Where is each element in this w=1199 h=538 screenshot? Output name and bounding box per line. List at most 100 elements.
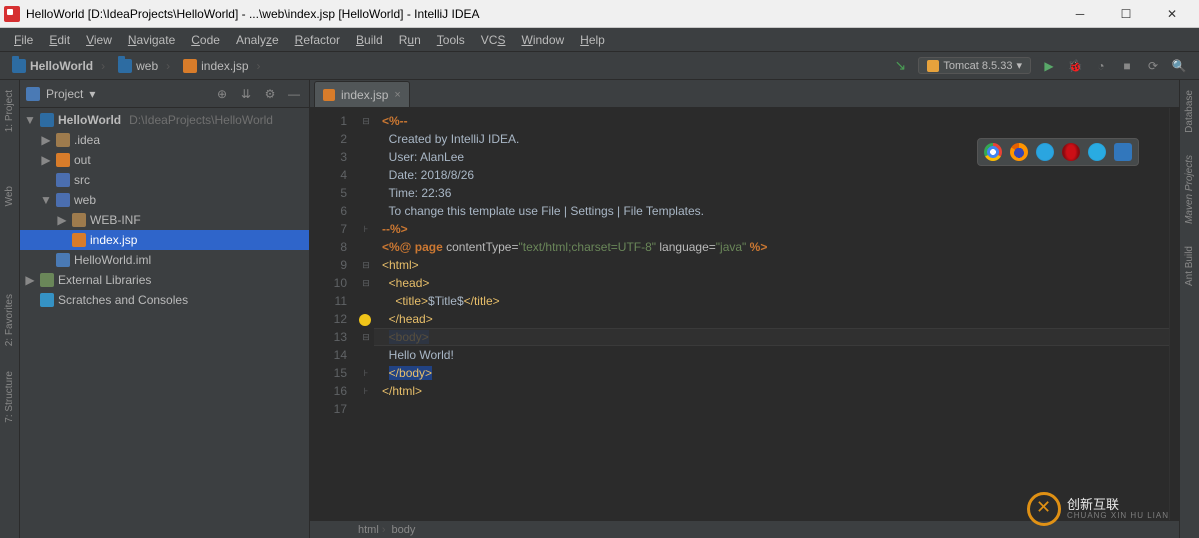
expand-icon[interactable]: ▼: [40, 193, 52, 207]
project-panel-title[interactable]: Project: [46, 87, 83, 101]
crumb-html[interactable]: html: [358, 524, 386, 536]
module-icon: [40, 113, 54, 127]
safari-icon[interactable]: [1036, 143, 1054, 161]
code-editor[interactable]: 12345678 91011121314151617 ⊟⊦ ⊟⊟ ⊟⊦⊦ <%-…: [310, 108, 1179, 520]
run-configuration-selector[interactable]: Tomcat 8.5.33 ▾: [918, 57, 1031, 74]
main-menu: File Edit View Navigate Code Analyze Ref…: [0, 28, 1199, 52]
crumb-project[interactable]: HelloWorld: [6, 59, 112, 73]
source-folder-icon: [56, 173, 70, 187]
menu-file[interactable]: File: [6, 28, 41, 51]
scratches-icon: [40, 293, 54, 307]
window-minimize-button[interactable]: ─: [1057, 0, 1103, 28]
update-project-button[interactable]: ⟳: [1145, 58, 1161, 74]
rail-icon: [3, 152, 17, 166]
rail-ant[interactable]: Ant Build: [1184, 242, 1195, 290]
rail-project[interactable]: 1: Project: [4, 86, 15, 136]
fold-gutter[interactable]: ⊟⊦ ⊟⊟ ⊟⊦⊦: [358, 108, 374, 520]
menu-build[interactable]: Build: [348, 28, 391, 51]
debug-button[interactable]: 🐞: [1067, 58, 1083, 74]
chrome-icon[interactable]: [984, 143, 1002, 161]
search-everywhere-button[interactable]: 🔍: [1171, 58, 1187, 74]
folder-icon: [118, 59, 132, 73]
menu-run[interactable]: Run: [391, 28, 429, 51]
project-tool-window: Project ▾ ⊕ ⇊ ⚙ — ▼ HelloWorld D:\IdeaPr…: [20, 80, 310, 538]
crumb-web[interactable]: web: [112, 59, 177, 73]
menu-refactor[interactable]: Refactor: [287, 28, 348, 51]
window-title: HelloWorld [D:\IdeaProjects\HelloWorld] …: [26, 7, 1057, 21]
firefox-icon[interactable]: [1010, 143, 1028, 161]
expand-icon[interactable]: ▶: [40, 153, 52, 167]
tree-web[interactable]: ▼ web: [20, 190, 309, 210]
crumb-label: index.jsp: [201, 59, 248, 73]
rail-structure[interactable]: 7: Structure: [4, 367, 15, 427]
expand-icon[interactable]: ▶: [40, 133, 52, 147]
module-icon: [12, 59, 26, 73]
dropdown-icon: ▾: [1016, 59, 1022, 72]
tab-label: index.jsp: [341, 88, 388, 102]
menu-vcs[interactable]: VCS: [473, 28, 514, 51]
editor-tab-indexjsp[interactable]: index.jsp ×: [314, 81, 410, 107]
tab-close-icon[interactable]: ×: [394, 89, 400, 101]
menu-edit[interactable]: Edit: [41, 28, 78, 51]
library-icon: [40, 273, 54, 287]
crumb-body[interactable]: body: [392, 524, 416, 536]
hide-panel-icon[interactable]: —: [285, 85, 303, 103]
expand-icon[interactable]: ▶: [56, 213, 68, 227]
tree-idea[interactable]: ▶ .idea: [20, 130, 309, 150]
window-maximize-button[interactable]: ☐: [1103, 0, 1149, 28]
locate-icon[interactable]: ⊕: [213, 85, 231, 103]
window-close-button[interactable]: ✕: [1149, 0, 1195, 28]
navigation-bar: HelloWorld web index.jsp ↘ Tomcat 8.5.33…: [0, 52, 1199, 80]
jsp-file-icon: [72, 233, 86, 247]
crumb-label: web: [136, 59, 158, 73]
rail-maven[interactable]: Maven Projects: [1184, 151, 1195, 228]
rail-web[interactable]: Web: [4, 182, 15, 210]
crumb-file[interactable]: index.jsp: [177, 59, 267, 73]
editor-area: index.jsp × 12345678 91011121314151617 ⊟…: [310, 80, 1179, 538]
tree-label: Scratches and Consoles: [58, 293, 188, 307]
tree-label: web: [74, 193, 96, 207]
menu-help[interactable]: Help: [572, 28, 613, 51]
settings-gear-icon[interactable]: ⚙: [261, 85, 279, 103]
rail-database[interactable]: Database: [1184, 86, 1195, 137]
menu-window[interactable]: Window: [513, 28, 572, 51]
menu-view[interactable]: View: [78, 28, 120, 51]
expand-icon[interactable]: ▼: [24, 113, 36, 127]
expand-icon[interactable]: ▶: [24, 273, 36, 287]
menu-analyze[interactable]: Analyze: [228, 28, 287, 51]
tree-label: index.jsp: [90, 233, 137, 247]
blank-icon: [40, 253, 52, 267]
build-icon[interactable]: ↘: [892, 58, 908, 74]
tree-indexjsp[interactable]: index.jsp: [20, 230, 309, 250]
project-tree[interactable]: ▼ HelloWorld D:\IdeaProjects\HelloWorld …: [20, 108, 309, 312]
project-dropdown-icon[interactable]: ▾: [89, 87, 95, 101]
coverage-button[interactable]: ◔: [1093, 58, 1109, 74]
folder-icon: [72, 213, 86, 227]
tree-label: src: [74, 173, 90, 187]
editor-breadcrumb[interactable]: html body: [310, 520, 1179, 538]
stop-button[interactable]: ■: [1119, 58, 1135, 74]
tree-scratches[interactable]: Scratches and Consoles: [20, 290, 309, 310]
tree-root[interactable]: ▼ HelloWorld D:\IdeaProjects\HelloWorld: [20, 110, 309, 130]
blank-icon: [24, 293, 36, 307]
menu-tools[interactable]: Tools: [429, 28, 473, 51]
collapse-all-icon[interactable]: ⇊: [237, 85, 255, 103]
edge-icon[interactable]: [1114, 143, 1132, 161]
opera-icon[interactable]: [1062, 143, 1080, 161]
menu-navigate[interactable]: Navigate: [120, 28, 183, 51]
editor-status-gutter: [1169, 108, 1179, 520]
jsp-file-icon: [323, 89, 335, 101]
rail-favorites[interactable]: 2: Favorites: [4, 290, 15, 350]
menu-code[interactable]: Code: [183, 28, 228, 51]
run-button[interactable]: ▶: [1041, 58, 1057, 74]
tree-iml[interactable]: HelloWorld.iml: [20, 250, 309, 270]
tree-label: HelloWorld: [58, 113, 121, 127]
intention-bulb-icon[interactable]: [359, 314, 371, 326]
tree-src[interactable]: src: [20, 170, 309, 190]
source-text[interactable]: <%-- Created by IntelliJ IDEA. User: Ala…: [374, 108, 1169, 520]
tree-webinf[interactable]: ▶ WEB-INF: [20, 210, 309, 230]
tree-out[interactable]: ▶ out: [20, 150, 309, 170]
tree-external-libraries[interactable]: ▶ External Libraries: [20, 270, 309, 290]
internet-explorer-icon[interactable]: [1088, 143, 1106, 161]
window-titlebar: HelloWorld [D:\IdeaProjects\HelloWorld] …: [0, 0, 1199, 28]
